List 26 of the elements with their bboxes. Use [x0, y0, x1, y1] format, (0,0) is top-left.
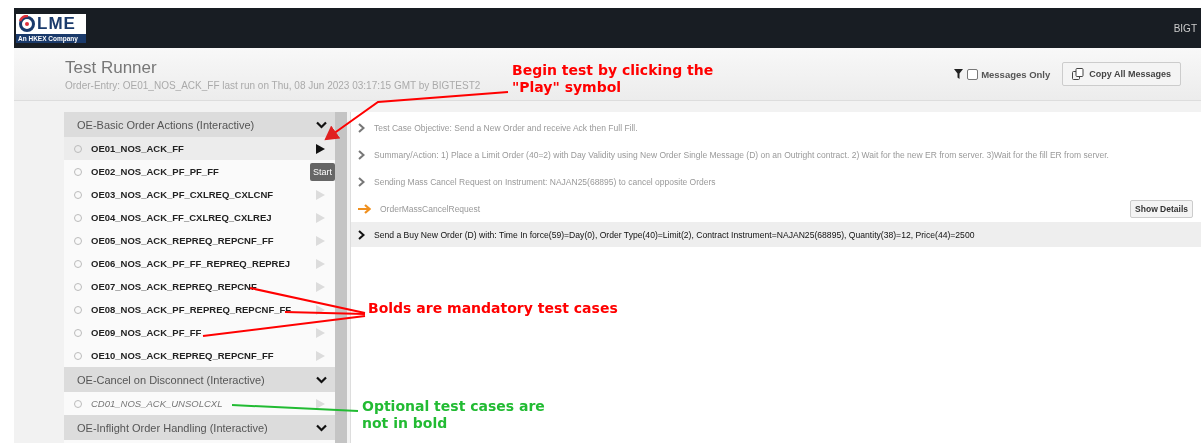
test-case-name: OE04_NOS_ACK_FF_CXLREQ_CXLREJ — [91, 212, 273, 223]
test-case-name: OE05_NOS_ACK_REPREQ_REPCNF_FF — [91, 235, 275, 246]
log-text: Summary/Action: 1) Place a Limit Order (40=2) with Day Validity using New Order Single Message (D) on an Outright contract. 2) Wait for the new ER from server. 3)Wait for the fill ER from server. — [374, 149, 1109, 160]
page-title: Test Runner — [65, 57, 157, 78]
test-case-name: OE06_NOS_ACK_PF_FF_REPREQ_REPREJ — [91, 258, 292, 269]
log-text: Sending Mass Cancel Request on Instrument: NAJAN25(68895) to cancel opposite Orders — [374, 176, 716, 187]
annotation-text: Begin test by clicking the "Play" symbol — [512, 62, 714, 96]
group-title: OE-Cancel on Disconnect (Interactive) — [77, 373, 265, 386]
test-case-name: OE03_NOS_ACK_PF_CXLREQ_CXLCNF — [91, 189, 275, 200]
checkbox-label: Messages Only — [981, 68, 1051, 80]
log-text: Send a Buy New Order (D) with: Time In force(59)=Day(0), Order Type(40)=Limit(2), Contract Instrument=NAJAN25(68895), Quantity(38)=12, Price(44)=2500 — [374, 229, 975, 240]
test-case-name: OE09_NOS_ACK_PF_FF — [91, 327, 203, 338]
annotation-text: Bolds are mandatory test cases — [368, 300, 618, 317]
message-name: OrderMassCancelRequest — [380, 203, 481, 214]
test-case-name: OE07_NOS_ACK_REPREQ_REPCNF — [91, 281, 258, 292]
group-title: OE-Inflight Order Handling (Interactive) — [77, 421, 268, 434]
logo-wordmark: LME — [37, 14, 76, 33]
page-subtitle: Order-Entry: OE01_NOS_ACK_FF last run on Thu, 08 Jun 2023 03:17:15 GMT by BIGTEST2 — [65, 79, 481, 91]
test-case-name: OE08_NOS_ACK_PF_REPREQ_REPCNF_FF — [91, 304, 293, 315]
annotation-text: Optional test cases are not in bold — [362, 398, 545, 432]
group-title: OE-Basic Order Actions (Interactive) — [77, 118, 255, 131]
log-text: Test Case Objective: Send a New Order and receive Ack then Full Fill. — [374, 122, 638, 133]
test-case-name: OE01_NOS_ACK_FF — [91, 143, 185, 154]
test-case-name: OE10_NOS_ACK_REPREQ_REPCNF_FF — [91, 350, 275, 361]
tooltip: Start — [310, 163, 335, 181]
test-case-name: CD01_NOS_ACK_UNSOLCXL — [91, 398, 224, 409]
